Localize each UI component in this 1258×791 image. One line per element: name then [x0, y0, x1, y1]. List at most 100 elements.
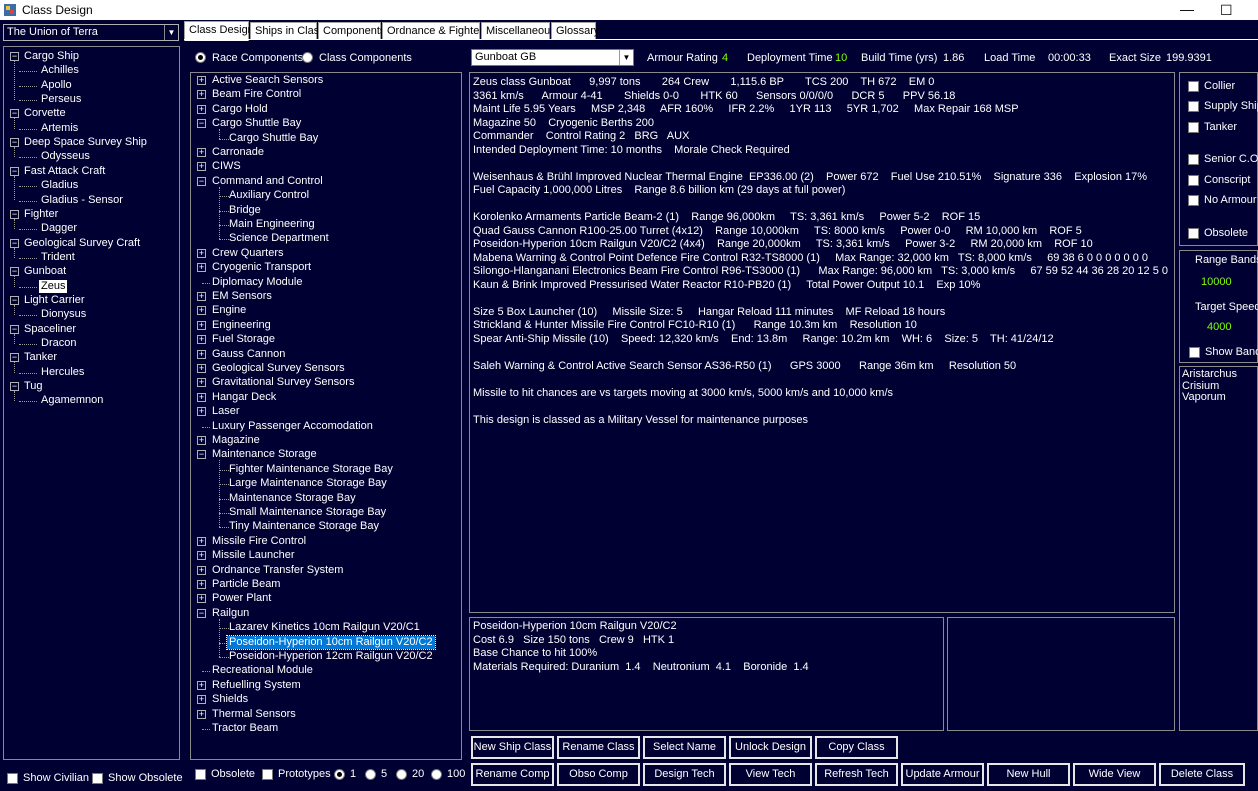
view-tech-button[interactable]: View Tech [729, 763, 812, 786]
expand-icon[interactable]: + [197, 594, 206, 604]
collapse-icon[interactable]: − [10, 109, 19, 119]
component-group-cargo-shuttle-bay[interactable]: Cargo Shuttle Bay [212, 117, 301, 130]
class-group-corvette[interactable]: Corvette [24, 107, 66, 120]
expand-icon[interactable]: + [197, 292, 206, 301]
component-group-cryogenic-transport[interactable]: Cryogenic Transport [212, 261, 311, 274]
delete-class-button[interactable]: Delete Class [1159, 763, 1245, 786]
option-checkbox-obsolete[interactable] [1188, 228, 1199, 239]
expand-icon[interactable]: + [197, 76, 206, 85]
expand-icon[interactable]: + [197, 580, 206, 589]
race-components-radio[interactable] [195, 52, 206, 63]
component-item-bridge[interactable]: Bridge [229, 204, 261, 217]
tab-miscellaneous[interactable]: Miscellaneous [481, 22, 556, 40]
component-group-luxury-passenger-accomodation[interactable]: Luxury Passenger Accomodation [212, 420, 373, 433]
expand-icon[interactable]: + [197, 320, 206, 330]
class-item-perseus[interactable]: Perseus [41, 93, 81, 106]
component-item-fighter-maintenance-storage-bay[interactable]: Fighter Maintenance Storage Bay [229, 463, 393, 476]
class-components-radio[interactable] [302, 52, 313, 63]
component-group-engine[interactable]: Engine [212, 304, 246, 317]
select-name-button[interactable]: Select Name [643, 736, 726, 759]
ship-name-item[interactable]: Vaporum [1182, 391, 1255, 404]
rename-comp-button[interactable]: Rename Comp [471, 763, 554, 786]
component-group-recreational-module[interactable]: Recreational Module [212, 664, 313, 677]
component-group-particle-beam[interactable]: Particle Beam [212, 578, 280, 591]
component-group-thermal-sensors[interactable]: Thermal Sensors [212, 708, 296, 721]
component-item-small-maintenance-storage-bay[interactable]: Small Maintenance Storage Bay [229, 506, 386, 519]
class-item-gladius-sensor[interactable]: Gladius - Sensor [41, 194, 123, 207]
collapse-icon[interactable]: − [10, 238, 19, 248]
show-obsolete-checkbox[interactable] [92, 773, 103, 784]
expand-icon[interactable]: + [197, 162, 206, 172]
component-group-crew-quarters[interactable]: Crew Quarters [212, 247, 284, 260]
count-radio-20[interactable] [396, 769, 407, 780]
component-item-science-department[interactable]: Science Department [229, 232, 329, 245]
expand-icon[interactable]: + [197, 263, 206, 273]
component-group-missile-launcher[interactable]: Missile Launcher [212, 549, 295, 562]
show-civilian-checkbox[interactable] [7, 773, 18, 784]
collapse-icon[interactable]: − [10, 52, 19, 61]
component-group-engineering[interactable]: Engineering [212, 319, 271, 332]
tab-components[interactable]: Components [318, 22, 385, 40]
class-item-odysseus[interactable]: Odysseus [41, 150, 90, 163]
component-group-fuel-storage[interactable]: Fuel Storage [212, 333, 275, 346]
expand-icon[interactable]: + [197, 695, 206, 705]
component-group-gravitational-survey-sensors[interactable]: Gravitational Survey Sensors [212, 376, 354, 389]
minimize-icon[interactable]: — [1180, 1, 1194, 17]
option-checkbox-collier[interactable] [1188, 81, 1199, 92]
class-item-artemis[interactable]: Artemis [41, 122, 78, 135]
prototypes-checkbox[interactable] [262, 769, 273, 780]
component-group-beam-fire-control[interactable]: Beam Fire Control [212, 88, 301, 101]
component-group-em-sensors[interactable]: EM Sensors [212, 290, 272, 303]
component-item-cargo-shuttle-bay[interactable]: Cargo Shuttle Bay [229, 132, 318, 145]
race-dropdown[interactable]: The Union of Terra ▼ [3, 24, 179, 41]
rename-class-button[interactable]: Rename Class [557, 736, 640, 759]
expand-icon[interactable]: + [197, 378, 206, 388]
expand-icon[interactable]: + [197, 709, 206, 719]
expand-icon[interactable]: + [197, 104, 206, 114]
expand-icon[interactable]: + [197, 436, 206, 445]
class-group-light-carrier[interactable]: Light Carrier [24, 294, 85, 307]
component-group-command-and-control[interactable]: Command and Control [212, 175, 323, 188]
collapse-icon[interactable]: − [10, 295, 19, 305]
hull-type-dropdown[interactable]: Gunboat GB ▼ [471, 49, 634, 66]
class-item-trident[interactable]: Trident [41, 251, 75, 264]
class-group-deep-space-survey-ship[interactable]: Deep Space Survey Ship [24, 136, 147, 149]
class-summary-text[interactable]: Zeus class Gunboat 9,997 tons 264 Crew 1… [469, 72, 1175, 613]
count-radio-1[interactable] [334, 769, 345, 780]
class-item-achilles[interactable]: Achilles [41, 64, 79, 77]
collapse-icon[interactable]: − [197, 450, 206, 460]
obsolete-filter-checkbox[interactable] [195, 769, 206, 780]
new-hull-button[interactable]: New Hull [987, 763, 1070, 786]
tab-ships-in-class[interactable]: Ships in Class [250, 22, 325, 40]
target-speed-value[interactable]: 4000 [1207, 321, 1231, 333]
chevron-down-icon[interactable]: ▼ [164, 25, 178, 40]
component-group-railgun[interactable]: Railgun [212, 607, 249, 620]
count-radio-5[interactable] [365, 769, 376, 780]
component-tree[interactable]: + Active Search Sensors + Beam Fire Control… [190, 72, 462, 760]
option-checkbox-no-armour[interactable] [1188, 195, 1199, 206]
class-item-agamemnon[interactable]: Agamemnon [41, 394, 103, 407]
component-item-auxiliary-control[interactable]: Auxiliary Control [229, 189, 309, 202]
ship-names-list[interactable]: Aristarchus Crisium Vaporum [1179, 366, 1258, 731]
component-item-lazarev-kinetics-10cm-railgun-v20-c1[interactable]: Lazarev Kinetics 10cm Railgun V20/C1 [229, 621, 420, 634]
class-item-gladius[interactable]: Gladius [41, 179, 78, 192]
ship-name-item[interactable]: Aristarchus [1182, 368, 1255, 381]
component-group-ciws[interactable]: CIWS [212, 160, 241, 173]
expand-icon[interactable]: + [197, 551, 206, 561]
range-bands-value[interactable]: 10000 [1201, 276, 1232, 288]
class-group-gunboat[interactable]: Gunboat [24, 265, 66, 278]
new-ship-class-button[interactable]: New Ship Class [471, 736, 554, 759]
refresh-tech-button[interactable]: Refresh Tech [815, 763, 898, 786]
expand-icon[interactable]: + [197, 392, 206, 402]
wide-view-button[interactable]: Wide View [1073, 763, 1156, 786]
tab-glossary[interactable]: Glossary [551, 22, 599, 40]
tab-ordnance-fighters[interactable]: Ordnance & Fighters [382, 22, 489, 40]
option-checkbox-supply-ship[interactable] [1188, 101, 1199, 112]
component-group-cargo-hold[interactable]: Cargo Hold [212, 103, 268, 116]
class-item-dracon[interactable]: Dracon [41, 337, 76, 350]
component-group-geological-survey-sensors[interactable]: Geological Survey Sensors [212, 362, 345, 375]
collapse-icon[interactable]: − [197, 608, 206, 618]
component-item-maintenance-storage-bay[interactable]: Maintenance Storage Bay [229, 492, 356, 505]
component-item-poseidon-hyperion-10cm-railgun-v20-c2[interactable]: Poseidon-Hyperion 10cm Railgun V20/C2 [226, 634, 436, 650]
count-radio-100[interactable] [431, 769, 442, 780]
